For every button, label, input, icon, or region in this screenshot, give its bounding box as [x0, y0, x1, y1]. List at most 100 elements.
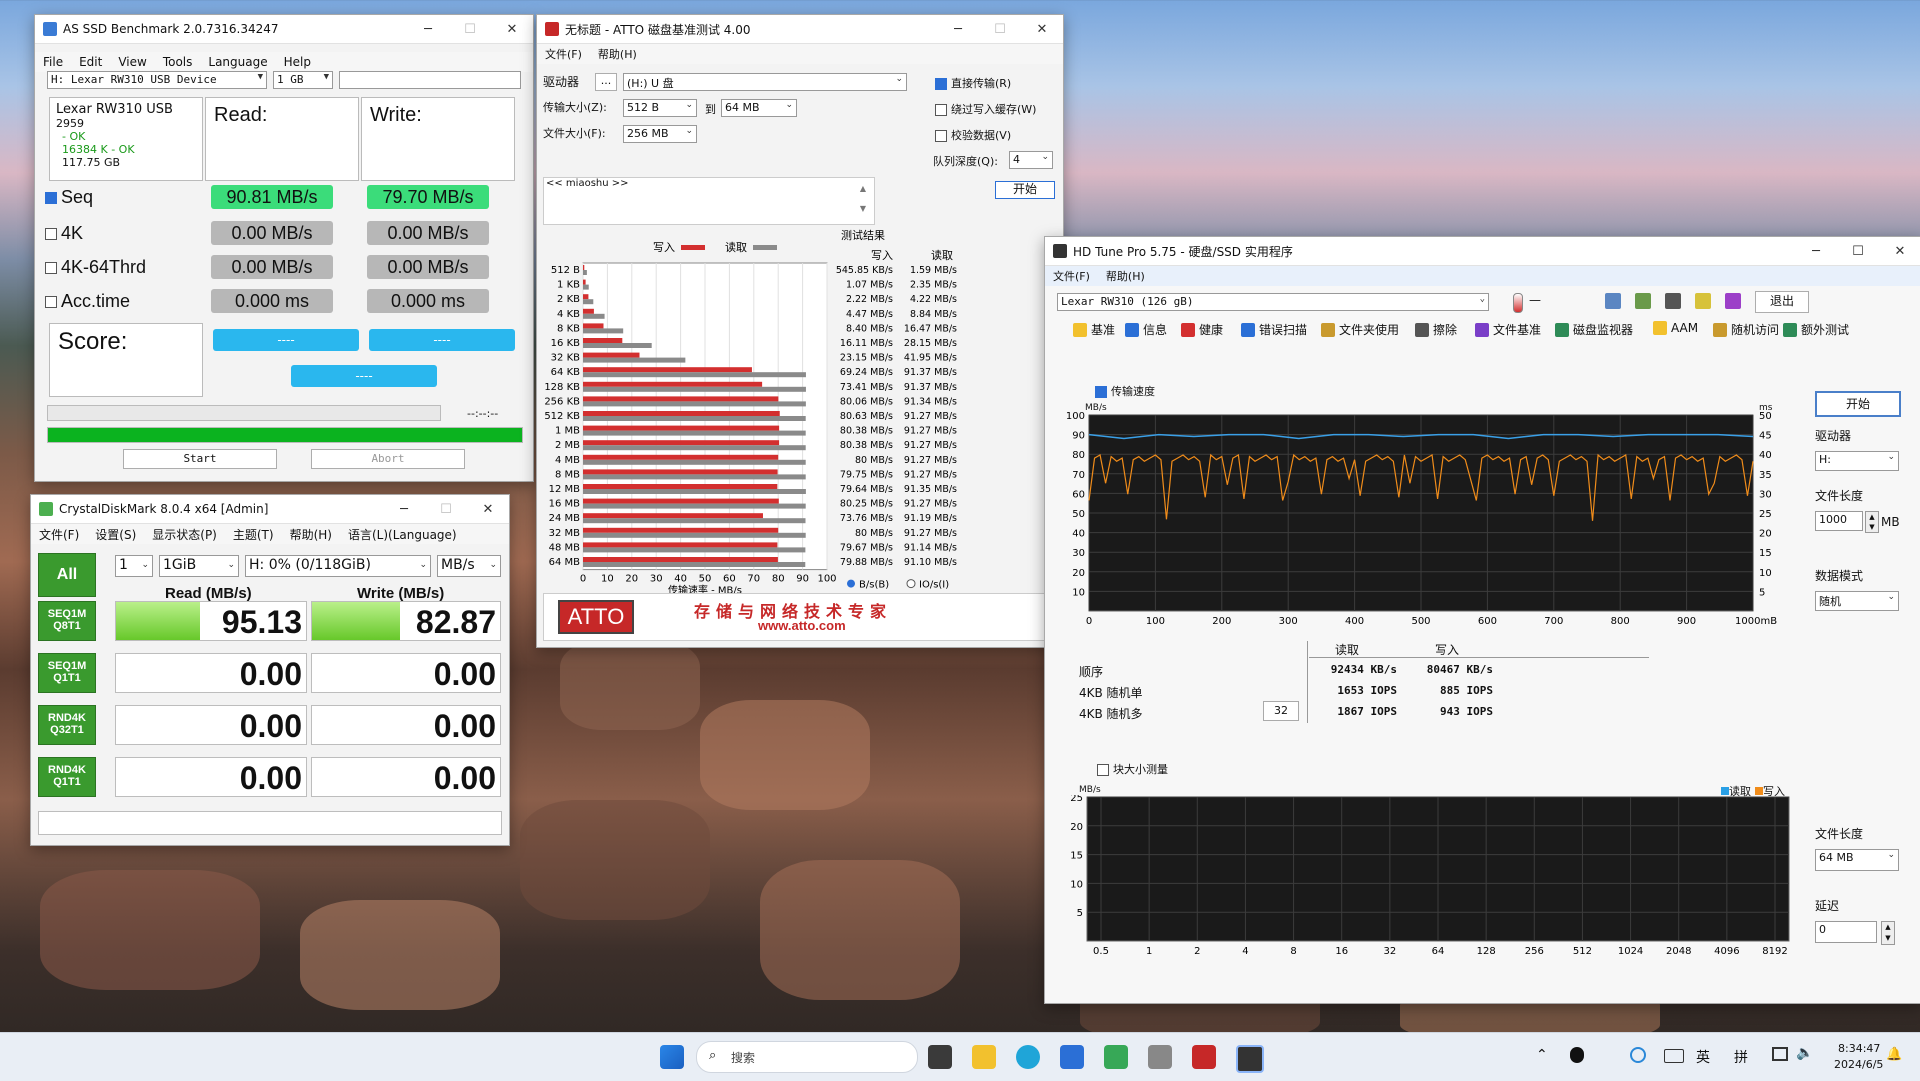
browse-button[interactable]: ... — [595, 73, 617, 91]
4k-checkbox[interactable] — [45, 228, 57, 241]
row-acc[interactable]: Acc.time — [45, 291, 130, 312]
cdm-menu-theme[interactable]: 主题(T) — [225, 526, 282, 543]
as-ssd-blank-field[interactable] — [339, 71, 521, 89]
file-length-select[interactable]: 64 MB ⌄ — [1815, 849, 1899, 871]
cdm-menu-language[interactable]: 语言(L)(Language) — [340, 526, 465, 543]
cdm-comment-field[interactable] — [38, 811, 502, 835]
xfer-to-select[interactable]: 64 MB ⌄ — [721, 99, 797, 117]
verify-option[interactable]: 校验数据(V) — [935, 127, 1011, 143]
tab-7[interactable]: 磁盘监视器 — [1555, 321, 1633, 338]
tray-sync-icon[interactable] — [1630, 1047, 1646, 1063]
test-button-1[interactable]: SEQ1M Q1T1 — [38, 653, 96, 693]
start-button[interactable]: Start — [123, 449, 277, 469]
transfer-speed-checkbox[interactable] — [1095, 386, 1107, 398]
unit-select[interactable]: MB/s ⌄ — [437, 555, 501, 577]
drive-select[interactable]: H: 0% (0/118GiB) ⌄ — [245, 555, 431, 577]
xfer-from-select[interactable]: 512 B ⌄ — [623, 99, 697, 117]
cdm-menu-settings[interactable]: 设置(S) — [87, 526, 144, 543]
hdtune-start-button[interactable]: 开始 — [1815, 391, 1901, 417]
delay-input[interactable]: 0 — [1815, 921, 1877, 943]
exit-button[interactable]: 退出 — [1755, 291, 1809, 313]
hdtune-menu-file[interactable]: 文件(F) — [1045, 268, 1098, 284]
hdtune-menu-help[interactable]: 帮助(H) — [1098, 268, 1153, 284]
menu-edit[interactable]: Edit — [71, 55, 110, 69]
pattern-select[interactable]: 随机 ⌄ — [1815, 591, 1899, 611]
tray-volume-icon[interactable]: 🔈 — [1796, 1045, 1813, 1061]
tab-2[interactable]: 健康 — [1181, 321, 1223, 338]
close-icon[interactable]: ✕ — [467, 502, 509, 517]
maximize-icon[interactable]: ☐ — [979, 22, 1021, 37]
test-button-2[interactable]: RND4K Q32T1 — [38, 705, 96, 745]
maximize-icon[interactable]: ☐ — [449, 22, 491, 37]
tray-monitor-icon[interactable] — [1772, 1047, 1788, 1061]
hdtune-length-input[interactable]: 1000 — [1815, 511, 1863, 531]
taskbar-search[interactable]: ⌕ 搜索 — [696, 1041, 918, 1073]
all-button[interactable]: All — [38, 553, 96, 597]
app-drive-icon[interactable] — [1148, 1045, 1172, 1069]
menu-file[interactable]: File — [35, 55, 71, 69]
row-4k64[interactable]: 4K-64Thrd — [45, 257, 146, 278]
close-icon[interactable]: ✕ — [491, 22, 533, 37]
test-button-0[interactable]: SEQ1M Q8T1 — [38, 601, 96, 641]
cdm-menu-help[interactable]: 帮助(H) — [282, 526, 340, 543]
tab-6[interactable]: 文件基准 — [1475, 321, 1541, 338]
minimize-icon[interactable]: ─ — [937, 22, 979, 37]
app-gear-icon[interactable] — [1104, 1045, 1128, 1069]
close-icon[interactable]: ✕ — [1021, 22, 1063, 37]
file-explorer-icon[interactable] — [972, 1045, 996, 1069]
count-select[interactable]: 1 ⌄ — [115, 555, 153, 577]
row-4k[interactable]: 4K — [45, 223, 83, 244]
acc-checkbox[interactable] — [45, 296, 57, 309]
bypass-cache-checkbox[interactable] — [935, 104, 947, 116]
minimize-icon[interactable]: ─ — [1795, 244, 1837, 259]
toolbar-download-icon[interactable] — [1725, 293, 1741, 309]
drive-select[interactable]: H: Lexar RW310 USB Device ▼ — [47, 71, 267, 89]
atto-menu-file[interactable]: 文件(F) — [537, 46, 590, 62]
4k64-checkbox[interactable] — [45, 262, 57, 275]
clock-time[interactable]: 8:34:47 — [1838, 1042, 1880, 1055]
size-select[interactable]: 1 GB ▼ — [273, 71, 333, 89]
atto-menu-help[interactable]: 帮助(H) — [590, 46, 645, 62]
tray-qq-icon[interactable] — [1570, 1047, 1584, 1063]
hdtune-drive-small-select[interactable]: H: ⌄ — [1815, 451, 1899, 471]
minimize-icon[interactable]: ─ — [383, 502, 425, 517]
app-atto-icon[interactable] — [1192, 1045, 1216, 1069]
atto-start-button[interactable]: 开始 — [995, 181, 1055, 199]
toolbar-copy-icon[interactable] — [1605, 293, 1621, 309]
menu-help[interactable]: Help — [276, 55, 319, 69]
tab-8[interactable]: AAM — [1653, 321, 1698, 335]
tray-chevron-icon[interactable]: ⌃ — [1536, 1047, 1548, 1063]
block-size-option[interactable]: 块大小测量 — [1097, 761, 1168, 777]
description-box[interactable]: << miaoshu >> — [543, 177, 875, 225]
start-icon[interactable] — [660, 1045, 684, 1069]
tab-0[interactable]: 基准 — [1073, 321, 1115, 338]
toolbar-options-icon[interactable] — [1695, 293, 1711, 309]
file-size-select[interactable]: 256 MB ⌄ — [623, 125, 697, 143]
length-spinner[interactable]: ▲ ▼ — [1865, 511, 1879, 533]
seq-checkbox[interactable] — [45, 192, 57, 205]
menu-tools[interactable]: Tools — [155, 55, 201, 69]
tray-ime[interactable]: 拼 — [1734, 1047, 1748, 1067]
tray-lang[interactable]: 英 — [1696, 1047, 1710, 1067]
notification-bell-icon[interactable]: 🔔 — [1886, 1047, 1902, 1062]
menu-language[interactable]: Language — [200, 55, 275, 69]
delay-spinner[interactable]: ▲ ▼ — [1881, 921, 1895, 945]
queue-select[interactable]: 4 ⌄ — [1009, 151, 1053, 169]
direct-io-checkbox[interactable] — [935, 78, 947, 90]
tab-9[interactable]: 随机访问 — [1713, 321, 1779, 338]
size-select[interactable]: 1GiB ⌄ — [159, 555, 239, 577]
atto-drive-select[interactable]: (H:) U 盘 ⌄ — [623, 73, 907, 91]
direct-io-option[interactable]: 直接传输(R) — [935, 75, 1011, 91]
maximize-icon[interactable]: ☐ — [1837, 244, 1879, 259]
cdm-menu-display[interactable]: 显示状态(P) — [144, 526, 225, 543]
app-hdtune-icon[interactable] — [1236, 1045, 1264, 1073]
abort-button[interactable]: Abort — [311, 449, 465, 469]
hdtune-drive-select[interactable]: Lexar RW310 (126 gB) ⌄ — [1057, 293, 1489, 311]
menu-view[interactable]: View — [110, 55, 154, 69]
task-view-icon[interactable] — [928, 1045, 952, 1069]
tab-10[interactable]: 额外测试 — [1783, 321, 1849, 338]
queue-depth-input[interactable]: 32 — [1263, 701, 1299, 721]
cdm-menu-file[interactable]: 文件(F) — [31, 526, 87, 543]
clock-date[interactable]: 2024/6/5 — [1834, 1058, 1883, 1071]
block-size-checkbox[interactable] — [1097, 764, 1109, 776]
